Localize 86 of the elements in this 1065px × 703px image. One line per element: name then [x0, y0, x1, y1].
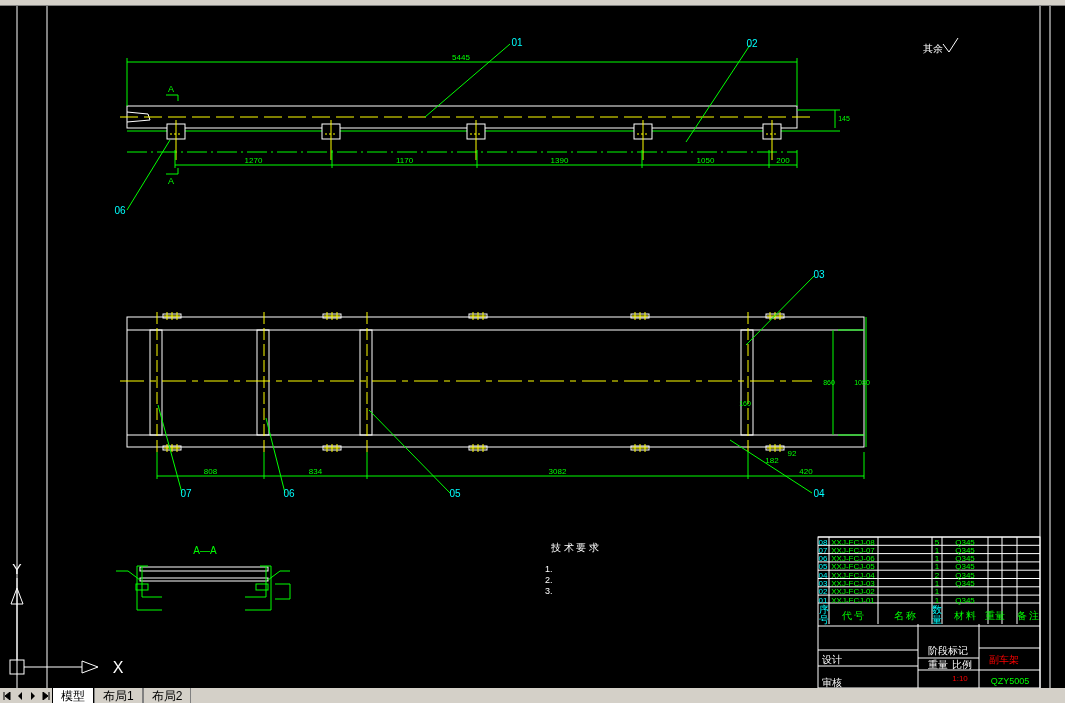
part-label: 05 [449, 488, 461, 499]
table-cell: 1 [934, 579, 940, 588]
table-header: 代 号 [841, 610, 865, 621]
table-cell: 01 [818, 595, 828, 605]
dimension-text: A—A [193, 545, 217, 556]
scale-value: 1:10 [952, 674, 968, 683]
first-page-icon[interactable] [0, 689, 13, 702]
table-cell: 03 [818, 579, 828, 588]
last-page-icon[interactable] [39, 689, 52, 702]
layout-tab[interactable]: 布局1 [94, 688, 143, 703]
dimension-text: 834 [308, 467, 323, 476]
title-block-label: 审核 [822, 677, 842, 688]
dimension-text: 92 [787, 449, 797, 458]
section-mark-icon [165, 94, 179, 102]
layout-tab[interactable]: 布局2 [142, 688, 192, 703]
dimension-line [796, 109, 841, 129]
table-header: 序号 [819, 604, 829, 625]
axis-label: Y [12, 561, 22, 577]
title-block-label: 设计 [822, 654, 842, 665]
table-header: 材 料 [953, 610, 977, 621]
title-block-label: 阶段标记 [928, 645, 968, 656]
requirements-title: 技 术 要 求 [550, 542, 600, 553]
leader-line [745, 274, 816, 346]
axis-label: X [112, 659, 124, 676]
part-label: 01 [511, 37, 523, 48]
part-label: 04 [813, 488, 825, 499]
table-header: 名 称 [893, 610, 917, 621]
table-cell: Q345 [955, 595, 975, 605]
part-label: 06 [283, 488, 295, 499]
part-label: 03 [813, 269, 825, 280]
surface-finish-icon [942, 37, 959, 53]
table-cell: XXJ-FCJ-03 [831, 579, 875, 588]
title-block-label: 比例 [952, 659, 972, 670]
table-cell: 06 [818, 554, 828, 564]
dimension-text: 1170 [395, 156, 414, 165]
table-cell: 08 [818, 537, 828, 547]
drawing-number: QZY5005 [990, 676, 1030, 686]
table-cell: Q345 [955, 545, 975, 555]
table-cell: 02 [818, 587, 828, 597]
table-cell: 1 [934, 562, 940, 572]
dimension-text: 3082 [548, 467, 567, 476]
table-cell: XXJ-FCJ-05 [831, 562, 875, 572]
table-cell: 1 [934, 545, 940, 555]
table-cell: XXJ-FCJ-08 [831, 537, 875, 547]
table-cell: 1 [934, 554, 940, 564]
table-cell: XXJ-FCJ-04 [831, 570, 875, 580]
surface-note: 其余 [923, 43, 943, 54]
table-cell: XXJ-FCJ-06 [831, 554, 875, 564]
table-cell: 05 [818, 562, 828, 572]
dimension-text: A [168, 176, 174, 186]
table-header: 备 注 [1016, 610, 1040, 621]
table-cell: Q345 [955, 554, 975, 564]
layout-tab[interactable]: 模型 [52, 688, 94, 703]
dimension-text: 1050 [696, 156, 715, 165]
drawing-name: 副车架 [989, 654, 1019, 665]
part-label: 07 [180, 488, 192, 499]
table-cell: XXJ-FCJ-02 [831, 587, 875, 597]
dimension-text: 420 [799, 467, 813, 476]
table-header: 数量 [932, 604, 942, 625]
dimension-text: 1390 [550, 156, 569, 165]
table-header: 重量 [985, 610, 1005, 621]
table-cell: 07 [818, 545, 828, 555]
requirement-item: 1. [545, 564, 553, 574]
dimension-text: A [168, 84, 174, 94]
table-cell: 1 [934, 595, 940, 605]
table-cell: 04 [818, 570, 828, 580]
part-label: 02 [746, 38, 758, 49]
dimension-text: 1270 [244, 156, 263, 165]
title-block-label: 重量 [928, 659, 948, 670]
table-cell: Q345 [955, 570, 975, 580]
table-cell: 5 [934, 537, 940, 547]
dimension-text: 5445 [452, 53, 470, 62]
requirement-item: 2. [545, 575, 553, 585]
table-cell: Q345 [955, 579, 975, 588]
table-cell: XXJ-FCJ-01 [831, 595, 875, 605]
table-cell: XXJ-FCJ-07 [831, 545, 875, 555]
dimension-text: 808 [203, 467, 218, 476]
table-cell: Q345 [955, 537, 975, 547]
part-label: 06 [114, 205, 126, 216]
dimension-text: 182 [765, 456, 779, 465]
table-cell: 1 [934, 587, 940, 597]
section-mark-icon [165, 167, 179, 175]
table-cell: 2 [934, 570, 940, 580]
requirement-item: 3. [545, 586, 553, 596]
table-cell: Q345 [955, 562, 975, 572]
dimension-text: 200 [776, 156, 790, 165]
